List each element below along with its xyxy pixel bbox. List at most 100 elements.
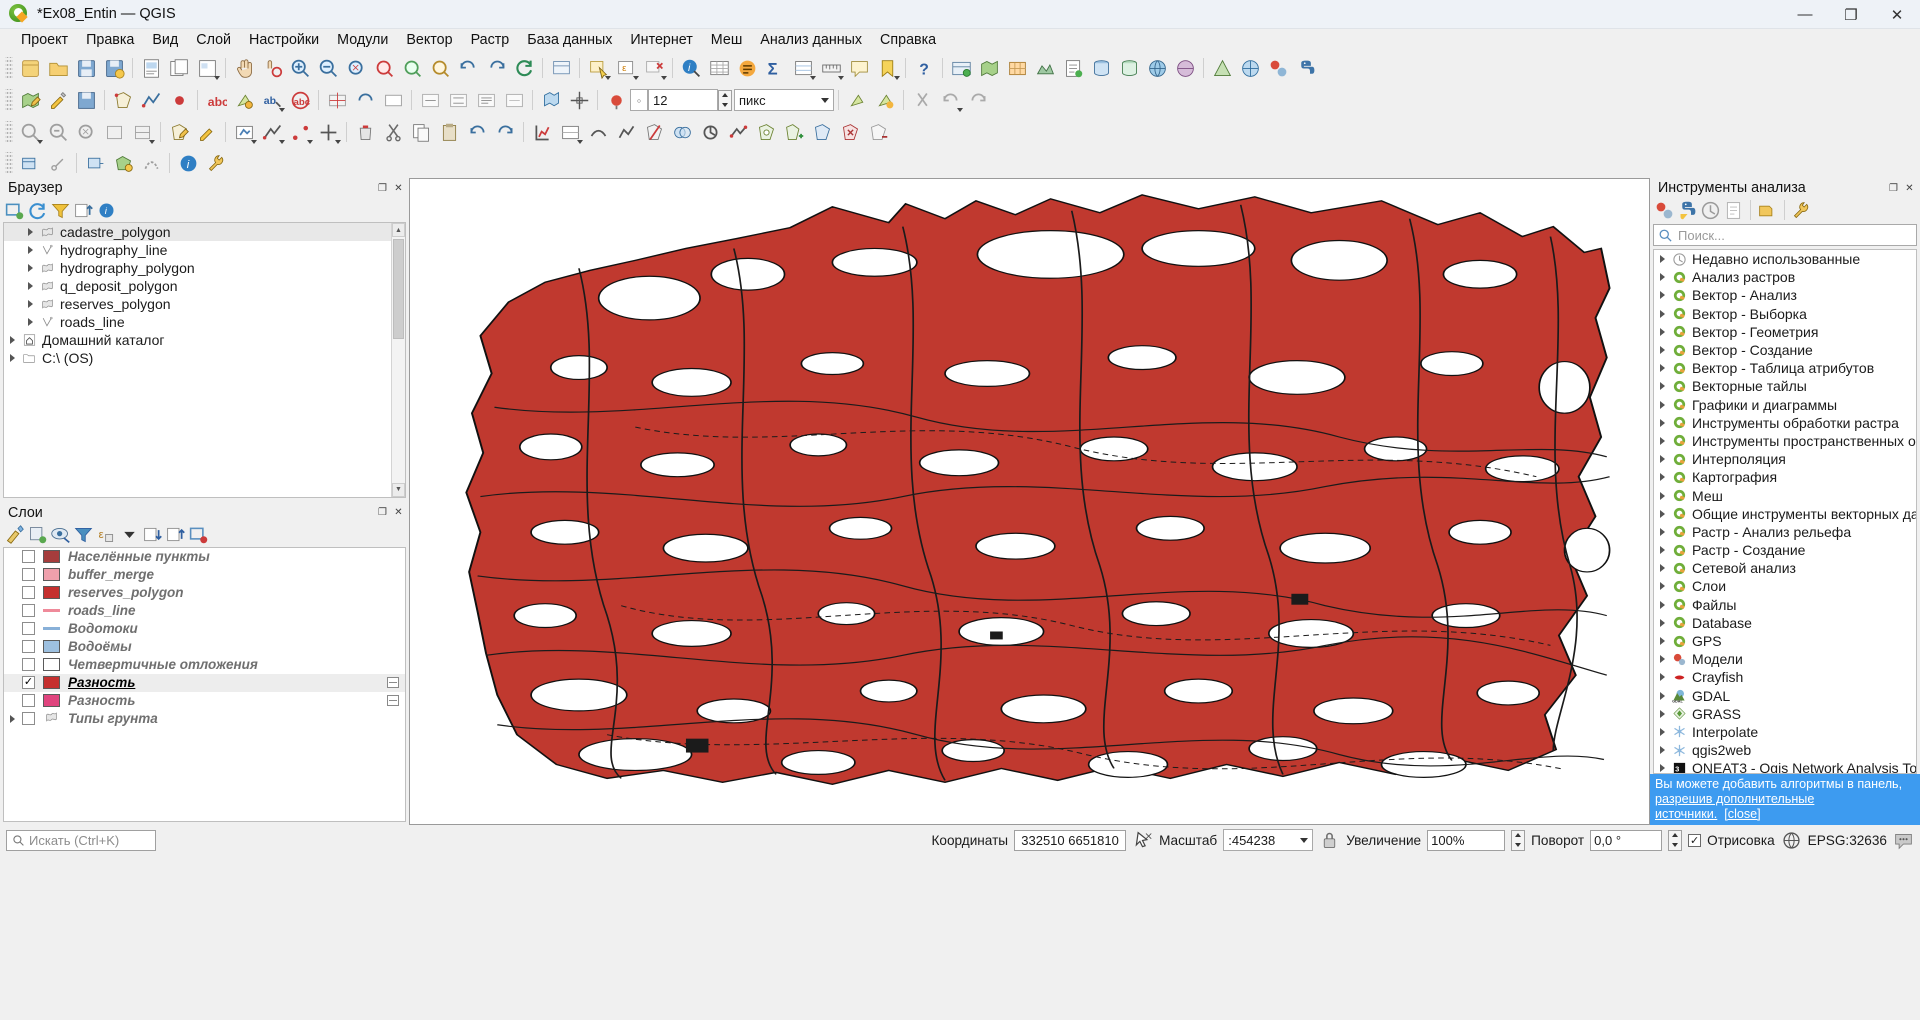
- rotation-field[interactable]: 0,0 °: [1590, 829, 1663, 851]
- change-label-button[interactable]: [379, 86, 407, 114]
- browser-item-4[interactable]: reserves_polygon: [4, 295, 405, 313]
- save-project-button[interactable]: [72, 54, 100, 82]
- results-viewer-icon[interactable]: [1723, 200, 1744, 221]
- expand-arrow-icon[interactable]: [22, 318, 38, 326]
- menu-item-0[interactable]: Проект: [12, 31, 77, 49]
- help-button[interactable]: ?: [910, 54, 938, 82]
- new-project-button[interactable]: [16, 54, 44, 82]
- add-line-feature-button[interactable]: [137, 86, 165, 114]
- expand-arrow-icon[interactable]: [1654, 455, 1670, 464]
- browser-float-button[interactable]: ❐: [376, 182, 389, 195]
- layer-visibility-checkbox[interactable]: [22, 586, 35, 599]
- toolbar-grip[interactable]: [5, 89, 13, 111]
- delete-ring-button[interactable]: [836, 118, 864, 146]
- browser-tree[interactable]: cadastre_polygon hydrography_line hydrogra…: [3, 222, 406, 498]
- digitize-polygon-button[interactable]: [165, 118, 193, 146]
- python-console-button[interactable]: [1292, 54, 1320, 82]
- merge-features-button[interactable]: [668, 118, 696, 146]
- delete-part-button[interactable]: [864, 118, 892, 146]
- minimize-button[interactable]: —: [1782, 0, 1828, 29]
- layer-row-5[interactable]: Водоёмы: [4, 638, 405, 656]
- layers-close-button[interactable]: ✕: [392, 506, 405, 519]
- menu-item-10[interactable]: Меш: [702, 31, 752, 49]
- edit-model-icon[interactable]: [1757, 200, 1778, 221]
- layers-dropdown-icon[interactable]: [119, 524, 140, 545]
- add-group-icon[interactable]: [27, 524, 48, 545]
- render-checkbox[interactable]: ✓: [1688, 833, 1702, 847]
- expand-arrow-icon[interactable]: [4, 336, 20, 344]
- expand-arrow-icon[interactable]: [1654, 255, 1670, 264]
- layer-edit-indicator-icon[interactable]: [387, 677, 399, 688]
- layer-row-0[interactable]: Населённые пункты: [4, 548, 405, 566]
- browser-item-7[interactable]: C:\ (OS): [4, 349, 405, 367]
- add-ring-button[interactable]: [752, 118, 780, 146]
- menu-item-2[interactable]: Вид: [143, 31, 187, 49]
- expand-arrow-icon[interactable]: [1654, 746, 1670, 755]
- expand-arrow-icon[interactable]: [22, 246, 38, 254]
- menu-item-3[interactable]: Слой: [187, 31, 240, 49]
- zoom-to-layer-button[interactable]: [398, 54, 426, 82]
- toolbox-item-20[interactable]: Database: [1654, 614, 1916, 632]
- snapping-options-button[interactable]: [137, 149, 165, 177]
- filter-legend-icon[interactable]: [73, 524, 94, 545]
- toggle-editing-button[interactable]: [44, 86, 72, 114]
- toolbox-item-18[interactable]: Слои: [1654, 577, 1916, 595]
- new-print-layout-button[interactable]: [137, 54, 165, 82]
- collapse-all-icon[interactable]: [73, 200, 94, 221]
- layer-visibility-checkbox[interactable]: [22, 550, 35, 563]
- expand-arrow-icon[interactable]: [22, 300, 38, 308]
- browser-item-5[interactable]: roads_line: [4, 313, 405, 331]
- node-tool-button[interactable]: [44, 149, 72, 177]
- label-option-a-button[interactable]: [416, 86, 444, 114]
- toolbox-item-24[interactable]: GDAL GDAL: [1654, 687, 1916, 705]
- rotation-stepper[interactable]: [1668, 829, 1683, 851]
- layer-row-8[interactable]: Разность: [4, 692, 405, 710]
- label-style-button[interactable]: [871, 86, 899, 114]
- new-shapefile-layer-button[interactable]: [1208, 54, 1236, 82]
- expand-arrow-icon[interactable]: [4, 354, 20, 362]
- select-by-expression-button[interactable]: ε: [612, 54, 640, 82]
- menu-item-7[interactable]: Растр: [462, 31, 519, 49]
- vector-overlay-button[interactable]: [16, 149, 44, 177]
- show-statistics-button[interactable]: [789, 54, 817, 82]
- expand-arrow-icon[interactable]: [22, 228, 38, 236]
- expand-arrow-icon[interactable]: [1654, 473, 1670, 482]
- show-unplaced-labels-button[interactable]: [537, 86, 565, 114]
- expand-arrow-icon[interactable]: [1654, 673, 1670, 682]
- scale-combo[interactable]: :454238: [1223, 829, 1314, 851]
- highlight-pinned-labels-button[interactable]: [602, 86, 630, 114]
- toolbox-item-7[interactable]: Векторные тайлы: [1654, 377, 1916, 395]
- move-feature-button[interactable]: [314, 118, 342, 146]
- new-map-view-button[interactable]: [547, 54, 575, 82]
- data-source-manager-button[interactable]: [947, 54, 975, 82]
- options-icon[interactable]: [1791, 200, 1812, 221]
- toolbox-item-2[interactable]: Вектор - Анализ: [1654, 286, 1916, 304]
- add-feature-polygon-button[interactable]: [230, 118, 258, 146]
- refresh-icon[interactable]: [27, 200, 48, 221]
- expand-arrow-icon[interactable]: [1654, 364, 1670, 373]
- pan-to-selection-button[interactable]: [258, 54, 286, 82]
- properties-icon[interactable]: i: [96, 200, 117, 221]
- toolbox-hint-close-link[interactable]: [close]: [1724, 807, 1760, 821]
- crs-label[interactable]: EPSG:32636: [1808, 833, 1887, 848]
- expand-arrow-icon[interactable]: [1654, 727, 1670, 736]
- add-raster-layer-button[interactable]: [1003, 54, 1031, 82]
- expand-arrow-icon[interactable]: [1654, 291, 1670, 300]
- zoom-in-button[interactable]: [286, 54, 314, 82]
- menu-item-5[interactable]: Модули: [328, 31, 397, 49]
- expand-arrow-icon[interactable]: [1654, 327, 1670, 336]
- python-console-icon[interactable]: [1677, 200, 1698, 221]
- open-project-button[interactable]: [44, 54, 72, 82]
- save-layer-edits-button[interactable]: [72, 86, 100, 114]
- layer-row-7[interactable]: ✓ Разность: [4, 673, 405, 692]
- collapse-all-icon[interactable]: [165, 524, 186, 545]
- simplify-feature-button[interactable]: [724, 118, 752, 146]
- crs-globe-icon[interactable]: [1781, 830, 1802, 851]
- menu-item-9[interactable]: Интернет: [621, 31, 701, 49]
- toolbox-item-15[interactable]: Растр - Анализ рельефа: [1654, 523, 1916, 541]
- add-part-button[interactable]: [780, 118, 808, 146]
- toolbox-search-box[interactable]: Поиск...: [1653, 224, 1917, 246]
- layer-row-3[interactable]: roads_line: [4, 602, 405, 620]
- vertex-tool-button[interactable]: [565, 86, 593, 114]
- expand-arrow-icon[interactable]: [1654, 346, 1670, 355]
